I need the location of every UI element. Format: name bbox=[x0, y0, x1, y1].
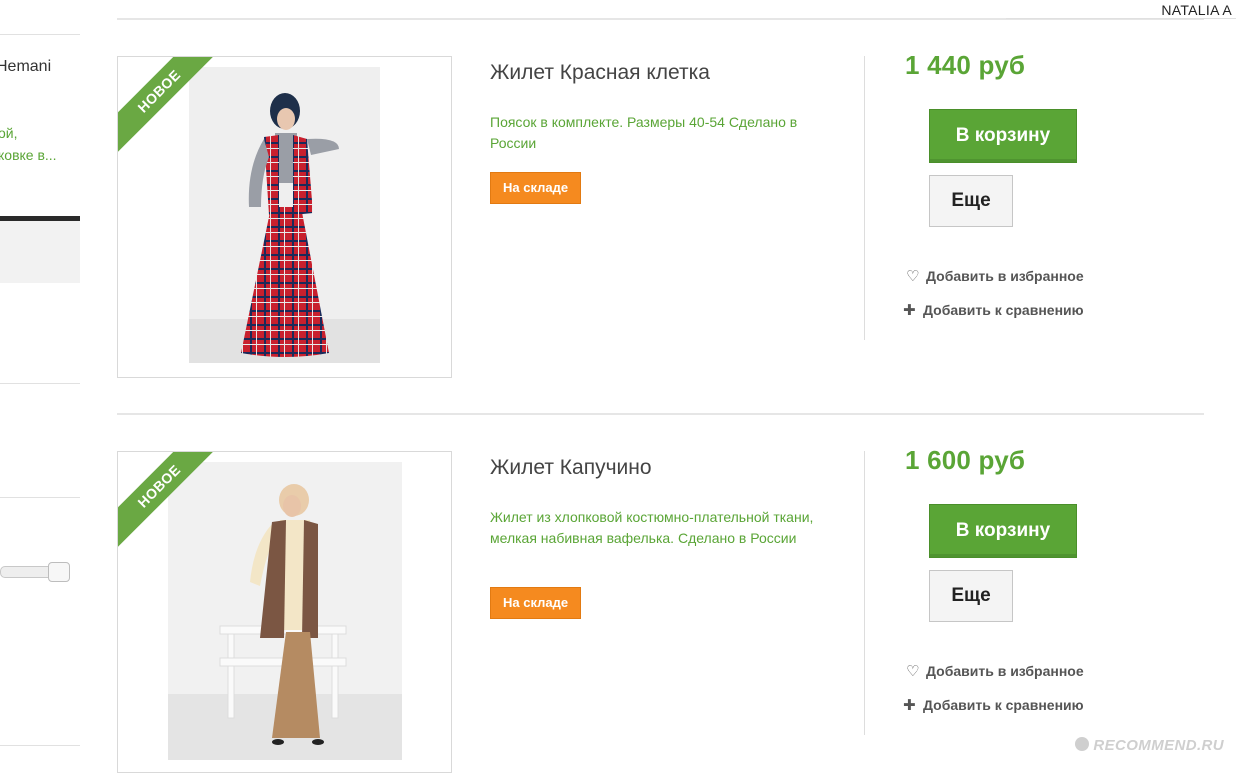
heart-icon: ♡ bbox=[906, 663, 920, 680]
plus-icon: ✚ bbox=[903, 302, 916, 319]
more-button[interactable]: Еще bbox=[929, 175, 1013, 227]
product-description: Жилет из хлопковой костюмно-плательной т… bbox=[490, 509, 814, 546]
add-to-cart-button[interactable]: В корзину bbox=[929, 109, 1077, 163]
favorites-label: Добавить в избранное bbox=[926, 268, 1084, 284]
sidebar-divider bbox=[0, 497, 80, 498]
compare-label: Добавить к сравнению bbox=[923, 697, 1084, 713]
product-title[interactable]: Жилет Красная клетка bbox=[490, 61, 710, 85]
add-to-favorites-link[interactable]: ♡ Добавить в избранное bbox=[906, 662, 1084, 680]
column-divider bbox=[864, 451, 865, 735]
watermark-text: RECOMMEND.RU bbox=[1093, 737, 1224, 754]
product-photo-art bbox=[189, 67, 380, 363]
price-slider-handle[interactable] bbox=[48, 562, 70, 582]
product-image-frame[interactable]: НОВОЕ bbox=[117, 56, 452, 378]
sidebar-desc-line: ковке в... bbox=[0, 147, 57, 163]
product-card: НОВОЕ Жилет Красная клетка Поясок в комп… bbox=[117, 50, 1204, 386]
compare-label: Добавить к сравнению bbox=[923, 302, 1084, 318]
watermark: RECOMMEND.RU bbox=[1075, 737, 1224, 754]
sidebar-description: ой, ковке в... bbox=[0, 122, 57, 166]
sidebar-divider bbox=[0, 34, 80, 35]
product-price: 1 600 руб bbox=[905, 445, 1026, 475]
product-description: Поясок в комплекте. Размеры 40-54 Сделан… bbox=[490, 114, 798, 151]
add-to-favorites-link[interactable]: ♡ Добавить в избранное bbox=[906, 267, 1084, 285]
sidebar-brand-link[interactable]: Hemani bbox=[0, 58, 51, 76]
stock-badge: На складе bbox=[490, 172, 582, 204]
user-name[interactable]: NATALIA A bbox=[1161, 2, 1232, 18]
more-button[interactable]: Еще bbox=[929, 570, 1013, 622]
recommend-logo-icon bbox=[1075, 737, 1090, 751]
product-title[interactable]: Жилет Капучино bbox=[490, 456, 652, 480]
product-divider bbox=[117, 413, 1204, 415]
product-image-frame[interactable]: НОВОЕ bbox=[117, 451, 452, 773]
column-divider bbox=[864, 56, 865, 340]
product-photo[interactable] bbox=[189, 67, 380, 363]
user-menu[interactable]: NATALIA A bbox=[1006, 0, 1236, 19]
product-photo[interactable] bbox=[168, 462, 402, 760]
sidebar-desc-line: ой, bbox=[0, 125, 18, 141]
add-to-compare-link[interactable]: ✚ Добавить к сравнению bbox=[903, 696, 1084, 714]
left-sidebar: Hemani ой, ковке в... bbox=[0, 0, 80, 768]
product-card: НОВОЕ Жилет Капучино Жилет из хлопковой … bbox=[117, 445, 1204, 781]
sidebar-divider bbox=[0, 383, 80, 384]
add-to-compare-link[interactable]: ✚ Добавить к сравнению bbox=[903, 301, 1084, 319]
sidebar-divider bbox=[0, 745, 80, 746]
heart-icon: ♡ bbox=[906, 268, 920, 285]
stock-badge: На складе bbox=[490, 587, 582, 619]
add-to-cart-button[interactable]: В корзину bbox=[929, 504, 1077, 558]
sidebar-grey-panel bbox=[0, 221, 80, 283]
product-price: 1 440 руб bbox=[905, 50, 1026, 80]
plus-icon: ✚ bbox=[903, 697, 916, 714]
product-photo-art bbox=[168, 462, 402, 760]
favorites-label: Добавить в избранное bbox=[926, 663, 1084, 679]
